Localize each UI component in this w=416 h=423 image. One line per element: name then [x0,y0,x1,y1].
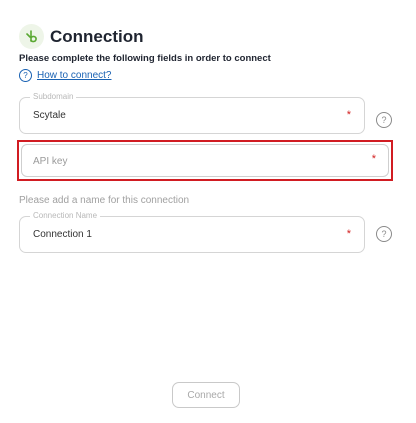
api-key-input[interactable] [33,153,333,169]
subdomain-value: Scytale [33,110,66,121]
subdomain-label: Subdomain [30,92,77,101]
instructions-text: Please complete the following fields in … [19,53,271,64]
how-to-connect-link[interactable]: How to connect? [37,70,112,81]
required-marker: * [371,153,376,165]
b-logo-icon [19,24,44,49]
api-key-field[interactable]: * [21,144,389,177]
how-to-connect[interactable]: ? How to connect? [19,69,112,82]
required-marker: * [346,109,351,121]
header: Connection [19,24,144,49]
api-key-highlight: * [17,140,393,181]
connection-name-help-icon[interactable]: ? [376,226,392,242]
page-title: Connection [50,26,144,46]
connection-name-label: Connection Name [30,211,101,220]
subdomain-help-icon[interactable]: ? [376,112,392,128]
question-icon: ? [19,69,32,82]
connection-name-field[interactable]: Connection Name Connection 1 * [19,211,365,253]
connection-name-value: Connection 1 [33,229,92,240]
connection-page: Connection Please complete the following… [0,0,416,423]
required-marker: * [346,228,351,240]
connect-button[interactable]: Connect [172,382,240,408]
subdomain-field[interactable]: Subdomain Scytale * [19,92,365,134]
name-prompt-text: Please add a name for this connection [19,195,190,206]
